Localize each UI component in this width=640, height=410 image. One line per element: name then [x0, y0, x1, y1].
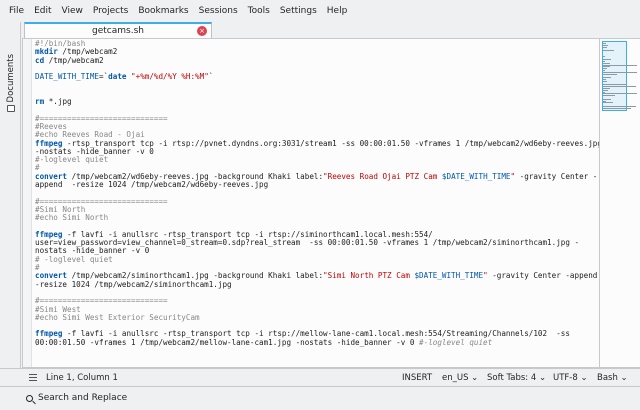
code-token: "+%m/%d/%Y %H:%M"	[131, 72, 209, 82]
encoding-value: UTF-8	[553, 373, 578, 383]
tab-title: getcams.sh	[92, 26, 144, 36]
minimap-line	[603, 55, 606, 57]
minimap-line	[603, 73, 618, 75]
bottom-tool-bar: Search and Replace	[0, 386, 640, 410]
code-token: DATE_WITH_TIME	[35, 72, 100, 82]
input-mode[interactable]: INSERT	[402, 373, 432, 383]
code-token: "Reeves Road Ojai PTZ Cam	[323, 171, 442, 181]
tab-bar: getcams.sh ×	[22, 22, 640, 38]
documents-tab-label: Documents	[6, 54, 16, 103]
menu-bookmarks[interactable]: Bookmarks	[133, 6, 193, 16]
syntax-value: Bash	[597, 373, 618, 383]
code-line[interactable]: append -resize 1024 /tmp/webcam2/wd6eby-…	[35, 180, 595, 190]
code-token: rm	[35, 97, 45, 107]
code-line[interactable]: #Simi North	[35, 205, 595, 214]
minimap-line	[603, 102, 614, 104]
code-token: # -loglevel quiet	[35, 254, 113, 264]
code-line[interactable]: 00:00:01.50 -vframes 1 /tmp/webcam2/mell…	[35, 337, 595, 347]
menu-tools[interactable]: Tools	[243, 6, 275, 16]
menu-help[interactable]: Help	[322, 6, 353, 16]
indent-select[interactable]: Soft Tabs: 4 ⌄	[487, 373, 546, 383]
document-icon	[7, 105, 15, 112]
code-text[interactable]: #!/bin/bash mkdir /tmp/webcam2 cd /tmp/web…	[35, 39, 599, 347]
code-token: "Simi North PTZ Cam	[323, 271, 415, 281]
minimap-line	[603, 95, 616, 97]
menu-file[interactable]: File	[4, 6, 29, 16]
menu-view[interactable]: View	[57, 6, 88, 16]
code-token: /tmp/webcam2	[44, 55, 104, 65]
minimap-line	[603, 50, 614, 52]
code-token: append -resize 1024 /tmp/webcam2/wd6eby-…	[35, 180, 269, 190]
code-line[interactable]	[35, 81, 595, 89]
code-editor[interactable]: #!/bin/bash mkdir /tmp/webcam2 cd /tmp/web…	[22, 38, 600, 368]
menu-projects[interactable]: Projects	[88, 6, 133, 16]
code-token: #echo Simi West Exterior SecurityCam	[35, 312, 200, 322]
menu-sessions[interactable]: Sessions	[194, 6, 243, 16]
dictionary-value: en_US	[442, 373, 469, 383]
code-token: -resize 1024 /tmp/webcam2/siminorthcam1.…	[35, 279, 232, 289]
menu-lines-icon[interactable]	[29, 374, 37, 381]
menu-settings[interactable]: Settings	[275, 6, 322, 16]
code-token: cd	[35, 55, 45, 65]
code-line[interactable]: cd /tmp/webcam2	[35, 55, 595, 65]
code-line[interactable]: -nostats -hide_banner -v 0	[35, 147, 595, 156]
search-icon	[26, 395, 33, 402]
code-line[interactable]: #============================	[35, 114, 595, 123]
code-line[interactable]: #echo Simi West Exterior SecurityCam	[35, 312, 595, 322]
code-token: -gravity Center -append	[487, 271, 598, 281]
menu-bar: File Edit View Projects Bookmarks Sessio…	[0, 0, 640, 22]
code-token: $DATE_WITH_TIME	[414, 271, 484, 281]
code-token: 00:00:01.50 -vframes 1 /tmp/webcam2/mell…	[35, 337, 420, 347]
left-tool-dock: Documents	[0, 22, 21, 368]
minimap-line	[603, 46, 608, 48]
code-line[interactable]: rm *.jpg	[35, 97, 595, 107]
code-token: $DATE_WITH_TIME	[441, 171, 511, 181]
code-line[interactable]: DATE_WITH_TIME=`date "+%m/%d/%Y %H:%M"`	[35, 73, 595, 81]
minimap-line	[603, 107, 631, 109]
code-line[interactable]: #-loglevel quiet	[35, 156, 595, 164]
code-token: #-loglevel quiet	[35, 155, 109, 165]
minimap-scrollbar[interactable]	[600, 38, 640, 368]
code-line[interactable]: #============================	[35, 197, 595, 206]
menu-edit[interactable]: Edit	[29, 6, 56, 16]
code-line[interactable]: mkdir /tmp/webcam2	[35, 48, 595, 56]
status-bar: Line 1, Column 1 INSERT en_US ⌄ Soft Tab…	[0, 368, 640, 386]
code-line[interactable]: #============================	[35, 297, 595, 305]
close-icon[interactable]: ×	[197, 26, 207, 36]
code-token: *.jpg	[44, 97, 72, 107]
code-token: -gravity Center -	[515, 171, 598, 181]
dictionary-select[interactable]: en_US ⌄	[442, 373, 478, 383]
code-token: `	[208, 72, 214, 82]
syntax-select[interactable]: Bash ⌄	[597, 373, 628, 383]
code-token: #-loglevel quiet	[419, 337, 493, 347]
code-line[interactable]: #!/bin/bash	[35, 39, 595, 48]
code-line[interactable]: nostats -hide_banner -v 0	[35, 247, 595, 255]
indent-value: Soft Tabs: 4	[487, 373, 537, 383]
code-line[interactable]: # -loglevel quiet	[35, 254, 595, 264]
code-line[interactable]: -resize 1024 /tmp/webcam2/siminorthcam1.…	[35, 279, 595, 289]
cursor-position[interactable]: Line 1, Column 1	[46, 373, 118, 383]
code-token: date	[108, 72, 127, 82]
documents-sidebar-tab[interactable]: Documents	[4, 52, 18, 112]
code-line[interactable]	[35, 90, 595, 98]
encoding-select[interactable]: UTF-8 ⌄	[553, 373, 588, 383]
code-token: =`	[99, 72, 109, 82]
code-line[interactable]: #echo Simi North	[35, 214, 595, 222]
minimap-line	[603, 80, 608, 82]
search-replace-button[interactable]: Search and Replace	[38, 393, 127, 403]
tab-getcams[interactable]: getcams.sh ×	[24, 22, 212, 38]
code-token: #echo Simi North	[35, 213, 109, 223]
editor-gutter	[23, 39, 32, 367]
